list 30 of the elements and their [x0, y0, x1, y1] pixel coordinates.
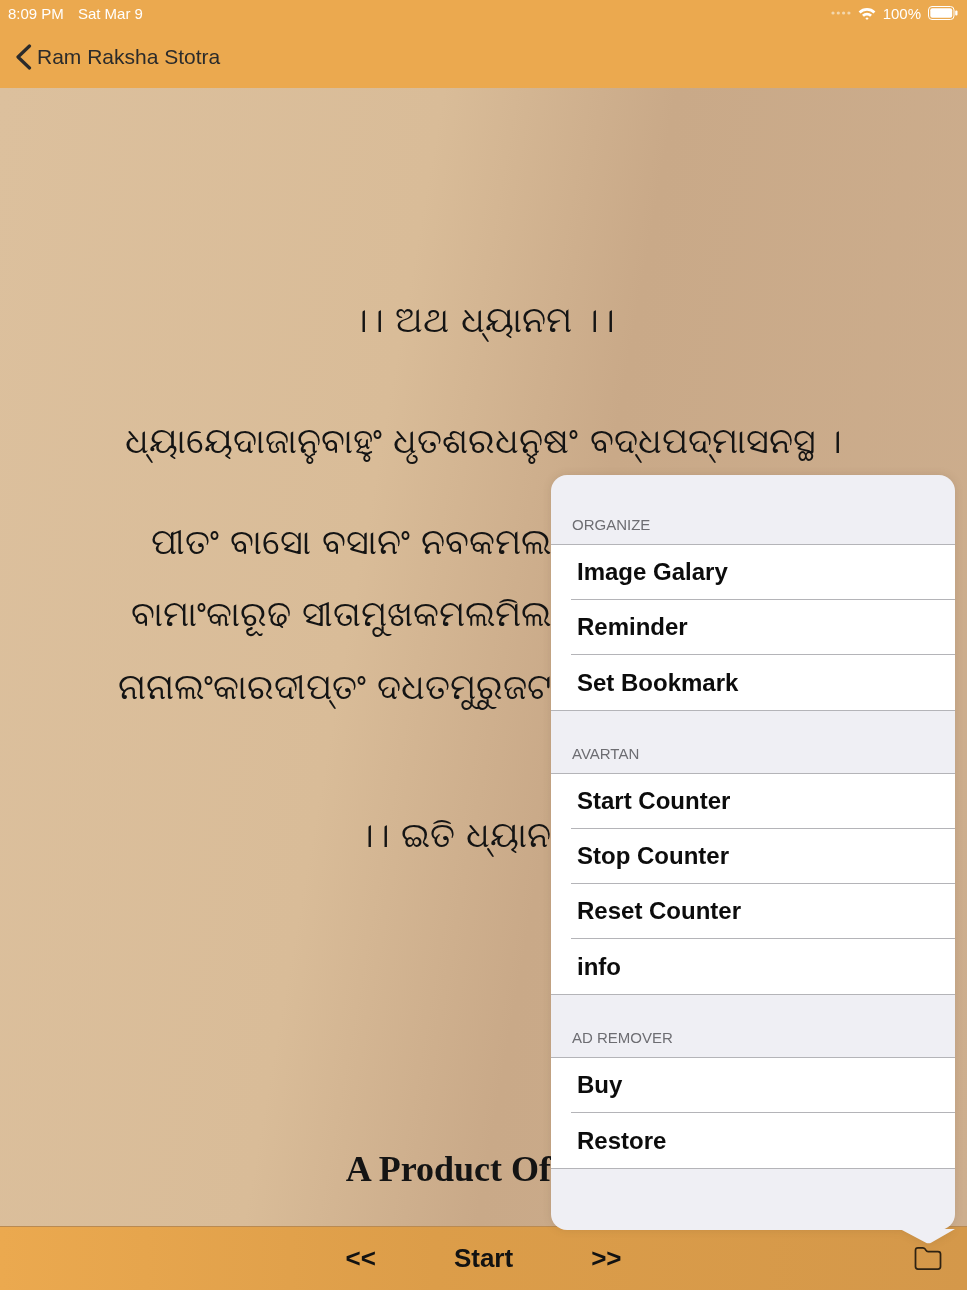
verse-line: ବାମାଂକାରୂଢ ସୀତାମୁଖକମଲମିଲ	[130, 590, 551, 638]
section-header: ORGANIZE	[571, 515, 652, 535]
wifi-icon	[857, 6, 876, 20]
verse-closing: ।। ଇତି ଧ୍ୟାନ	[357, 814, 551, 859]
menu-item[interactable]: Start Counter	[571, 774, 955, 829]
signal-dots-icon	[830, 11, 851, 15]
menu-item[interactable]: info	[571, 939, 955, 994]
verse-line: ନାନାଲଂକାରଦୀପ୍ତଂ ଦଧତମୁରୁଜଟ	[117, 663, 551, 711]
status-date: Sat Mar 9	[77, 4, 143, 22]
menu-item[interactable]: Stop Counter	[571, 829, 955, 884]
menu-item[interactable]: Reset Counter	[571, 884, 955, 939]
next-button[interactable]: >>	[589, 1239, 624, 1278]
section-header: AVARTAN	[571, 744, 641, 764]
menu-item[interactable]: Restore	[571, 1113, 955, 1168]
battery-icon	[928, 6, 958, 20]
menu-item[interactable]: Image Galary	[571, 545, 955, 600]
verse-line: ପୀତଂ ବାସୋ ବସାନଂ ନବକମଲ	[150, 521, 551, 564]
menu-item[interactable]: Reminder	[571, 600, 955, 655]
back-button[interactable]: Ram Raksha Stotra	[15, 44, 221, 70]
status-time: 8:09 PM	[8, 4, 64, 22]
section-header: AD REMOVER	[571, 1028, 674, 1048]
verse-line: ଧ୍ୟାୟେଦାଜାନୁବାହୁଂ ଧୃତଶରଧନୁଷଂ ବଦ୍ଧପଦ୍ମାସନସ୍ଥ ।	[125, 417, 842, 465]
start-button[interactable]: Start	[451, 1239, 516, 1278]
chevron-left-icon	[15, 44, 32, 70]
menu-item[interactable]: Set Bookmark	[571, 655, 955, 710]
previous-button[interactable]: <<	[343, 1239, 378, 1278]
credit-text: A Product Of	[345, 1148, 551, 1191]
battery-percent: 100%	[882, 4, 921, 22]
verse-heading: ।। ଅଥ ଧ୍ୟାନମ ।।	[351, 299, 616, 343]
menu-item[interactable]: Buy	[571, 1058, 955, 1113]
